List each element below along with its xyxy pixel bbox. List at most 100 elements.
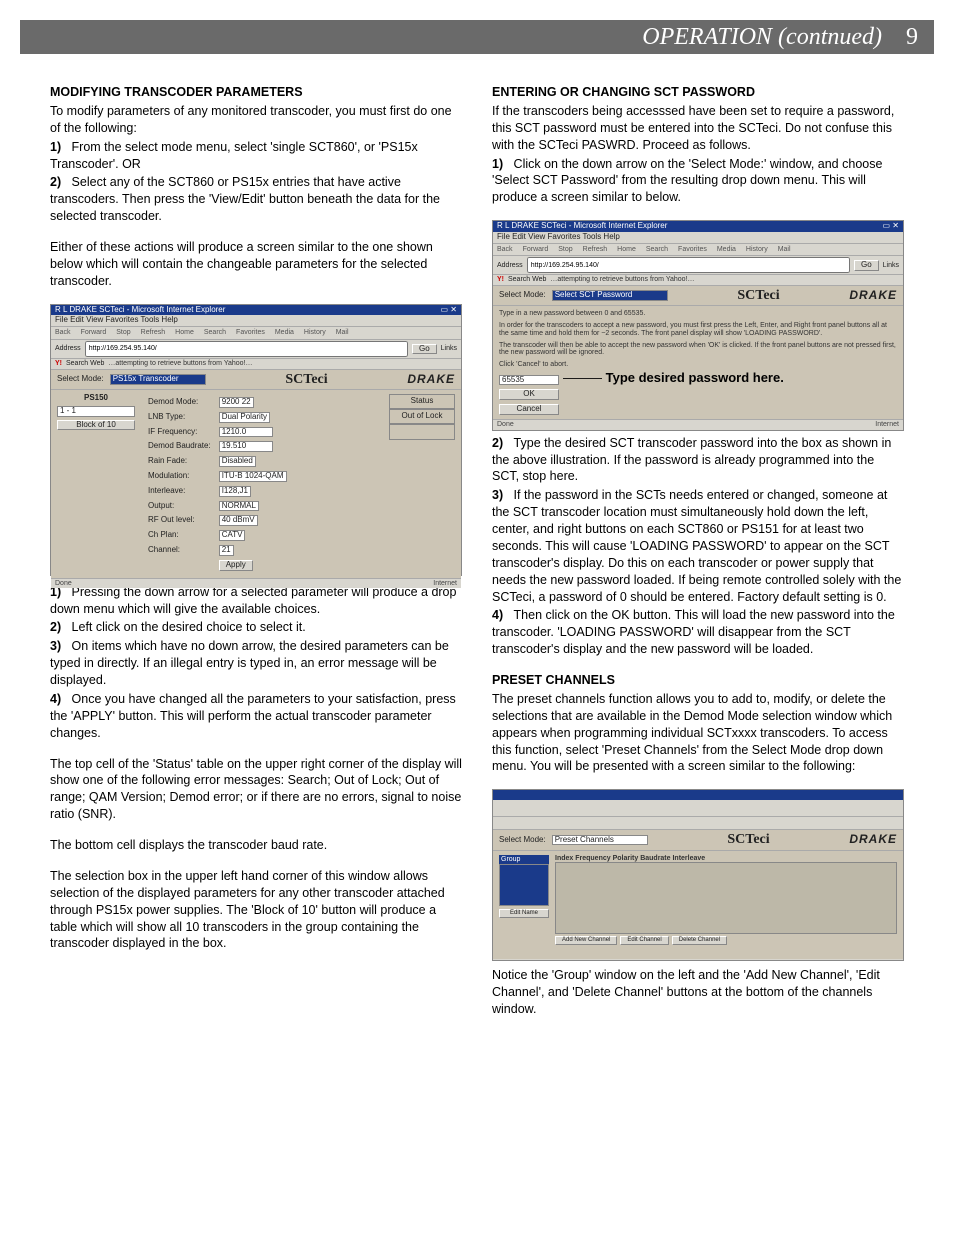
- rf-level-select[interactable]: 40 dBmV: [219, 515, 258, 526]
- modulation-select[interactable]: ITU-B 1024-QAM: [219, 471, 287, 482]
- list-item: 3) If the password in the SCTs needs ent…: [492, 487, 904, 605]
- toolbar-search[interactable]: Search: [204, 329, 226, 337]
- address-input[interactable]: [85, 341, 408, 357]
- body-text: To modify parameters of any monitored tr…: [50, 103, 462, 137]
- window-titlebar: R L DRAKE SCTeci - Microsoft Internet Ex…: [51, 305, 461, 316]
- select-mode-dropdown[interactable]: Select SCT Password: [552, 290, 668, 301]
- group-header: Group: [499, 855, 549, 865]
- ps-label: PS150: [57, 394, 135, 403]
- instruction-text: Click 'Cancel' to abort.: [499, 361, 897, 369]
- search-bar: Y! Search Web …attempting to retrieve bu…: [51, 359, 461, 370]
- group-list[interactable]: [499, 864, 549, 906]
- table-row: Demod Mode:9200 22: [145, 396, 290, 409]
- rainfade-select[interactable]: Disabled: [219, 456, 256, 467]
- apply-button[interactable]: Apply: [219, 560, 253, 571]
- scteci-logo: SCTeci: [654, 832, 844, 847]
- left-panel: PS150 1 - 1 Block of 10: [57, 394, 135, 574]
- table-row: Output:NORMAL: [145, 500, 290, 513]
- table-row: IF Frequency:1210.0: [145, 426, 290, 439]
- select-mode-dropdown[interactable]: Preset Channels: [552, 835, 648, 846]
- add-channel-button[interactable]: Add New Channel: [555, 936, 617, 945]
- search-hint: …attempting to retrieve buttons from Yah…: [108, 360, 252, 368]
- body-text: The top cell of the 'Status' table on th…: [50, 756, 462, 824]
- list-item: 4) Once you have changed all the paramet…: [50, 691, 462, 742]
- address-bar: [493, 817, 903, 830]
- window-titlebar: [493, 790, 903, 800]
- scteci-logo: SCTeci: [674, 288, 844, 303]
- delete-channel-button[interactable]: Delete Channel: [672, 936, 727, 945]
- screenshot-transcoder-params: R L DRAKE SCTeci - Microsoft Internet Ex…: [50, 304, 462, 576]
- toolbar-media[interactable]: Media: [275, 329, 294, 337]
- table-row: Demod Baudrate:19.510: [145, 440, 290, 453]
- address-label: Address: [55, 345, 81, 353]
- ok-button[interactable]: OK: [499, 389, 559, 400]
- body-text: The selection box in the upper left hand…: [50, 868, 462, 952]
- demod-mode-select[interactable]: 9200 22: [219, 397, 254, 408]
- range-select[interactable]: 1 - 1: [57, 406, 135, 417]
- table-row: LNB Type:Dual Polarity: [145, 411, 290, 424]
- menu-bar[interactable]: File Edit View Favorites Tools Help: [493, 232, 903, 244]
- right-column: ENTERING OR CHANGING SCT PASSWORD If the…: [492, 84, 904, 1020]
- instruction-text: Type in a new password between 0 and 655…: [499, 310, 897, 318]
- browser-toolbar[interactable]: [493, 800, 903, 817]
- table-row: Rain Fade:Disabled: [145, 455, 290, 468]
- content-columns: MODIFYING TRANSCODER PARAMETERS To modif…: [0, 54, 954, 1060]
- interleave-select[interactable]: I128,J1: [219, 486, 251, 497]
- scteci-logo: SCTeci: [212, 372, 402, 387]
- lnb-type-select[interactable]: Dual Polarity: [219, 412, 270, 423]
- toolbar-stop[interactable]: Stop: [116, 329, 130, 337]
- search-bar: Y! Search Web …attempting to retrieve bu…: [493, 275, 903, 286]
- toolbar-refresh[interactable]: Refresh: [141, 329, 166, 337]
- status-value: Out of Lock: [389, 409, 455, 424]
- window-controls[interactable]: ▭ ✕: [441, 306, 457, 315]
- baudrate-input[interactable]: 19.510: [219, 441, 273, 452]
- if-freq-input[interactable]: 1210.0: [219, 427, 273, 438]
- list-number: 1): [50, 140, 61, 154]
- channel-select[interactable]: 21: [219, 545, 234, 556]
- section-heading: PRESET CHANNELS: [492, 672, 904, 689]
- window-title: R L DRAKE SCTeci - Microsoft Internet Ex…: [497, 222, 667, 231]
- output-select[interactable]: NORMAL: [219, 501, 259, 512]
- list-item: 2) Type the desired SCT transcoder passw…: [492, 435, 904, 486]
- instruction-text: The transcoder will then be able to acce…: [499, 342, 897, 357]
- toolbar-favorites[interactable]: Favorites: [236, 329, 265, 337]
- status-bar: Done Internet: [493, 419, 903, 430]
- toolbar-forward[interactable]: Forward: [81, 329, 107, 337]
- group-panel: Group Edit Name: [499, 855, 549, 955]
- drake-logo: DRAKE: [849, 833, 897, 846]
- parameter-table: Demod Mode:9200 22 LNB Type:Dual Polarit…: [143, 394, 292, 574]
- toolbar-home[interactable]: Home: [175, 329, 194, 337]
- channels-panel: Index Frequency Polarity Baudrate Interl…: [555, 855, 897, 955]
- password-input[interactable]: 65535: [499, 375, 559, 386]
- list-item: 3) On items which have no down arrow, th…: [50, 638, 462, 689]
- page: OPERATION (contnued) 9 MODIFYING TRANSCO…: [0, 20, 954, 1060]
- edit-name-button[interactable]: Edit Name: [499, 909, 549, 918]
- status-done: Done: [55, 580, 72, 588]
- list-item: 2) Select any of the SCT860 or PS15x ent…: [50, 174, 462, 225]
- cancel-button[interactable]: Cancel: [499, 404, 559, 415]
- brand-row: Select Mode: Select SCT Password SCTeci …: [493, 286, 903, 306]
- body-text: The bottom cell displays the transcoder …: [50, 837, 462, 854]
- go-button[interactable]: Go: [412, 344, 437, 355]
- go-button[interactable]: Go: [854, 260, 879, 271]
- select-mode-dropdown[interactable]: PS15x Transcoder: [110, 374, 206, 385]
- edit-channel-button[interactable]: Edit Channel: [620, 936, 668, 945]
- block-of-10-button[interactable]: Block of 10: [57, 420, 135, 431]
- status-bar: Done Internet: [51, 578, 461, 589]
- ch-plan-select[interactable]: CATV: [219, 530, 246, 541]
- body-text: Either of these actions will produce a s…: [50, 239, 462, 290]
- browser-toolbar[interactable]: Back Forward Stop Refresh Home Search Fa…: [493, 244, 903, 257]
- list-item: 1) Pressing the down arrow for a selecte…: [50, 584, 462, 618]
- toolbar-history[interactable]: History: [304, 329, 326, 337]
- table-row: Interleave:I128,J1: [145, 485, 290, 498]
- window-controls[interactable]: ▭ ✕: [883, 222, 899, 231]
- header-title: OPERATION (contnued): [642, 21, 882, 53]
- status-internet: Internet: [433, 580, 457, 588]
- browser-toolbar[interactable]: Back Forward Stop Refresh Home Search Fa…: [51, 327, 461, 340]
- channels-table[interactable]: [555, 862, 897, 934]
- address-input[interactable]: [527, 257, 850, 273]
- menu-bar[interactable]: File Edit View Favorites Tools Help: [51, 315, 461, 327]
- toolbar-mail[interactable]: Mail: [336, 329, 349, 337]
- select-mode-label: Select Mode:: [57, 375, 104, 384]
- toolbar-back[interactable]: Back: [55, 329, 71, 337]
